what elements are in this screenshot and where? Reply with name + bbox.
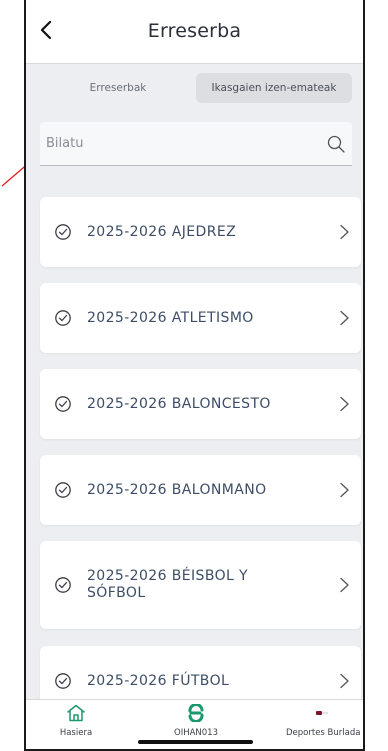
tab-reservations[interactable]: Erreserbak (40, 73, 196, 103)
check-circle-icon (55, 224, 71, 240)
header: Erreserba (26, 0, 363, 64)
chevron-right-icon (340, 577, 349, 593)
tab-course-registrations[interactable]: Ikasgaien izen-emateak (196, 73, 352, 103)
user-logo-icon (188, 703, 204, 723)
home-indicator (138, 740, 253, 744)
search-input[interactable] (40, 122, 352, 165)
check-circle-icon (55, 577, 71, 593)
bottom-nav: Hasiera OIHAN013 Deportes Burlada (26, 699, 363, 749)
chevron-right-icon (340, 482, 349, 498)
course-title: 2025-2026 FÚTBOL (87, 673, 230, 689)
chevron-right-icon (340, 310, 349, 326)
organization-logo-icon (316, 711, 328, 715)
nav-user[interactable]: OIHAN013 (171, 703, 221, 738)
app-screen: Erreserba Erreserbak Ikasgaien izen-emat… (24, 0, 365, 751)
course-title: 2025-2026 BÉISBOL Y SÓFBOL (87, 568, 249, 601)
search-icon[interactable] (326, 134, 346, 154)
tab-bar: Erreserbak Ikasgaien izen-emateak (40, 73, 352, 103)
course-card[interactable]: 2025-2026 AJEDREZ (40, 197, 361, 267)
course-card[interactable]: 2025-2026 ATLETISMO (40, 283, 361, 353)
course-card[interactable]: 2025-2026 BALONMANO (40, 455, 361, 525)
course-card[interactable]: 2025-2026 BALONCESTO (40, 369, 361, 439)
search-bar (40, 122, 352, 166)
check-circle-icon (55, 396, 71, 412)
course-card[interactable]: 2025-2026 BÉISBOL Y SÓFBOL (40, 541, 361, 629)
chevron-right-icon (340, 673, 349, 689)
chevron-right-icon (340, 224, 349, 240)
course-title: 2025-2026 ATLETISMO (87, 310, 254, 326)
home-icon (67, 704, 85, 722)
check-circle-icon (55, 310, 71, 326)
course-title: 2025-2026 BALONMANO (87, 482, 267, 498)
course-title: 2025-2026 AJEDREZ (87, 224, 237, 240)
chevron-right-icon (340, 396, 349, 412)
nav-user-label: OIHAN013 (174, 728, 218, 738)
page-title: Erreserba (147, 20, 242, 42)
nav-organization-label: Deportes Burlada (286, 728, 361, 738)
nav-organization[interactable]: Deportes Burlada (286, 704, 361, 738)
nav-home-label: Hasiera (59, 728, 93, 738)
course-title: 2025-2026 BALONCESTO (87, 396, 271, 412)
check-circle-icon (55, 482, 71, 498)
nav-home[interactable]: Hasiera (56, 704, 96, 738)
check-circle-icon (55, 673, 71, 689)
